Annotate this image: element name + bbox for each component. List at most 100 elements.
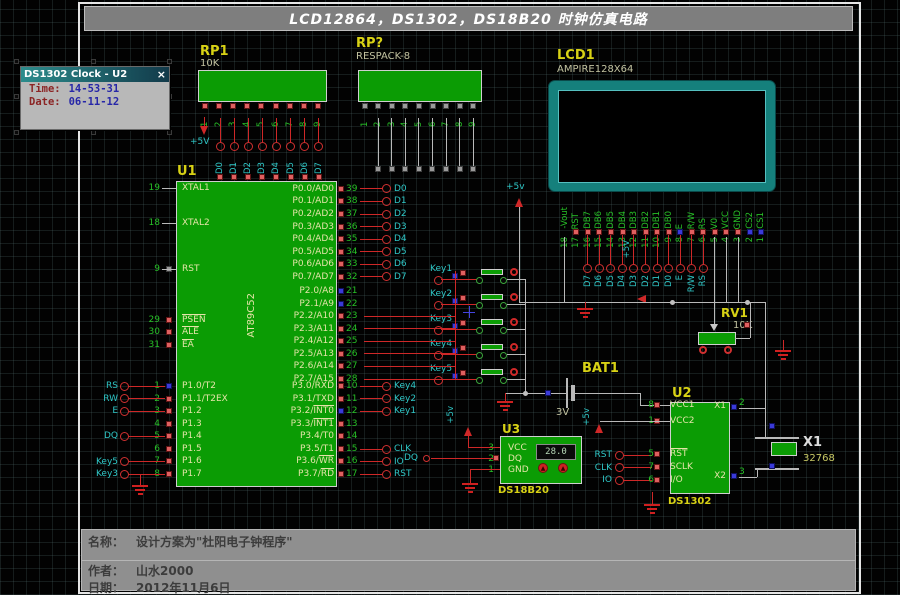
close-icon[interactable]: × <box>157 68 166 81</box>
terminal-icon[interactable] <box>120 394 129 403</box>
terminal-icon[interactable] <box>615 463 624 472</box>
terminal-icon[interactable] <box>120 470 129 479</box>
button-actuator-icon[interactable] <box>510 368 518 376</box>
pin-label: VCC <box>508 443 527 453</box>
terminal-icon[interactable] <box>382 235 391 244</box>
terminal-icon[interactable] <box>382 470 391 479</box>
terminal-icon[interactable] <box>434 276 443 285</box>
rv1-inc-button[interactable] <box>724 346 732 354</box>
terminal-icon[interactable] <box>382 260 391 269</box>
lcd-body[interactable] <box>548 80 776 192</box>
terminal-icon[interactable] <box>434 351 443 360</box>
pin-label: P1.7 <box>182 469 202 479</box>
terminal-icon[interactable] <box>286 142 295 151</box>
temp-up-button[interactable]: ▲ <box>538 463 548 473</box>
name-value: 设计方案为"杜阳电子钟程序" <box>136 533 293 550</box>
push-button[interactable]: Key1 <box>428 266 538 291</box>
terminal-dq: DQ <box>88 430 165 442</box>
terminal-icon[interactable] <box>606 264 615 273</box>
schematic-title: LCD12864，DS1302，DS18B20 时钟仿真电路 <box>84 6 853 31</box>
terminal-icon[interactable] <box>382 457 391 466</box>
popup-handle[interactable] <box>14 94 19 99</box>
popup-handle[interactable] <box>91 130 96 135</box>
power-arrow-icon <box>515 198 523 207</box>
terminal-icon[interactable] <box>629 264 638 273</box>
terminal-icon[interactable] <box>615 451 624 460</box>
u1-ref[interactable]: U1 <box>177 164 197 179</box>
terminal-icon[interactable] <box>595 264 604 273</box>
wire <box>364 341 456 342</box>
terminal-icon[interactable] <box>618 264 627 273</box>
terminal-icon[interactable] <box>687 264 696 273</box>
pin-row: 4P1.3 <box>146 417 228 430</box>
terminal-icon[interactable] <box>272 142 281 151</box>
wire-column <box>412 118 426 172</box>
lcd-pin-label: DB3 <box>629 211 639 229</box>
terminal-icon[interactable] <box>244 142 253 151</box>
terminal-icon[interactable] <box>382 184 391 193</box>
popup-handle[interactable] <box>14 59 19 64</box>
push-button[interactable]: Key2 <box>428 291 538 316</box>
rv1-dec-button[interactable] <box>699 346 707 354</box>
terminal-icon[interactable] <box>676 264 685 273</box>
u3-ref[interactable]: U3 <box>502 422 520 436</box>
terminal-icon[interactable] <box>382 247 391 256</box>
rp1-ref[interactable]: RP1 <box>200 44 229 59</box>
net-terminal: D5 <box>360 245 407 258</box>
wire <box>735 338 750 339</box>
popup-handle[interactable] <box>91 59 96 64</box>
popup-handle[interactable] <box>167 59 172 64</box>
terminal-icon[interactable] <box>423 455 430 462</box>
terminal-icon[interactable] <box>300 142 309 151</box>
terminal-icon[interactable] <box>615 476 624 485</box>
terminal-icon[interactable] <box>216 142 225 151</box>
x1-body[interactable] <box>771 442 797 456</box>
rv1-ref[interactable]: RV1 <box>721 306 748 320</box>
terminal-icon[interactable] <box>664 264 673 273</box>
terminal-icon[interactable] <box>120 432 129 441</box>
terminal-icon[interactable] <box>382 407 391 416</box>
button-actuator-icon[interactable] <box>510 343 518 351</box>
wire <box>455 271 456 379</box>
rp1-body[interactable] <box>198 70 327 102</box>
temp-down-button[interactable]: ▲ <box>558 463 568 473</box>
terminal-icon[interactable] <box>382 394 391 403</box>
button-actuator-icon[interactable] <box>510 293 518 301</box>
rp2-ref[interactable]: RP? <box>356 36 383 51</box>
terminal-icon[interactable] <box>120 382 129 391</box>
terminal-icon[interactable] <box>382 222 391 231</box>
terminal-icon[interactable] <box>699 264 708 273</box>
terminal-icon[interactable] <box>258 142 267 151</box>
u1-key-terminals: Key4Key2Key1 <box>360 380 416 418</box>
wire <box>391 118 392 166</box>
terminal-icon[interactable] <box>382 272 391 281</box>
bat1-ref[interactable]: BAT1 <box>582 361 619 376</box>
pin-label: P0.5/AD5 <box>292 247 334 257</box>
terminal-icon[interactable] <box>434 376 443 385</box>
popup-handle[interactable] <box>167 130 172 135</box>
pin-pad <box>231 174 237 180</box>
terminal-icon[interactable] <box>120 407 129 416</box>
button-actuator-icon[interactable] <box>510 268 518 276</box>
popup-titlebar[interactable]: DS1302 Clock - U2 × <box>21 67 169 82</box>
terminal-icon[interactable] <box>382 197 391 206</box>
terminal-icon[interactable] <box>382 382 391 391</box>
popup-handle[interactable] <box>14 130 19 135</box>
terminal-icon[interactable] <box>382 445 391 454</box>
terminal-icon[interactable] <box>434 301 443 310</box>
button-actuator-icon[interactable] <box>510 318 518 326</box>
rv1-body[interactable] <box>698 332 736 345</box>
terminal-icon[interactable] <box>653 264 662 273</box>
pin-pad <box>735 229 741 235</box>
x1-ref[interactable]: X1 <box>803 435 822 450</box>
terminal-icon[interactable] <box>230 142 239 151</box>
terminal-icon[interactable] <box>641 264 650 273</box>
terminal-icon[interactable] <box>382 210 391 219</box>
rp2-body[interactable] <box>358 70 482 102</box>
lcd-pin-label: RS <box>698 218 708 229</box>
lcd-ref[interactable]: LCD1 <box>557 48 595 63</box>
ds1302-clock-popup[interactable]: DS1302 Clock - U2 × Time: 14-53-31 Date:… <box>20 66 170 130</box>
terminal-icon[interactable] <box>314 142 323 151</box>
terminal-icon[interactable] <box>583 264 592 273</box>
terminal-icon[interactable] <box>120 457 129 466</box>
